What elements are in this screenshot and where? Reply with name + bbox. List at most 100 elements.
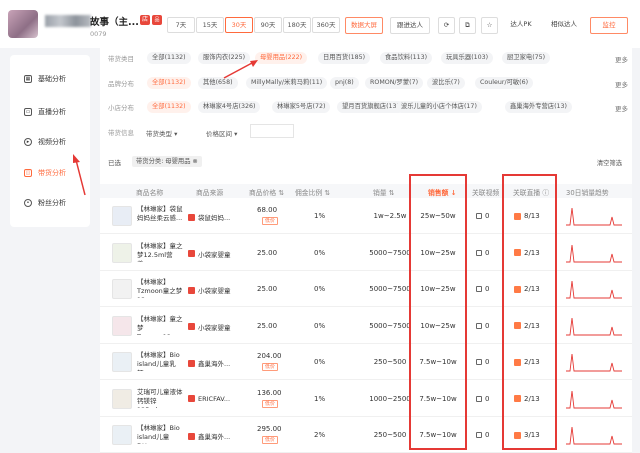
main-panel: 带货类目 全部(1132) 服饰内衣(225) 母婴用品(222) 日用百货(1… bbox=[100, 46, 632, 453]
similar-button[interactable]: 相似达人 bbox=[545, 17, 583, 34]
pk-button[interactable]: 达人PK bbox=[503, 17, 539, 34]
avatar bbox=[8, 10, 38, 38]
product-name[interactable]: 【林琳家】Bio island儿童DH... bbox=[137, 424, 183, 444]
related-videos[interactable]: 0 bbox=[476, 395, 489, 403]
chip-brand-romon[interactable]: ROMON/罗蒙(7) bbox=[365, 77, 424, 89]
sidebar-item-sales[interactable]: ◫ 带货分析 bbox=[24, 166, 66, 180]
follow-button[interactable]: 跟进达人 bbox=[390, 17, 430, 34]
live-icon: ▭ bbox=[24, 108, 32, 116]
sidebar-item-label: 带货分析 bbox=[38, 169, 66, 177]
sidebar-item-fans[interactable]: • 粉丝分析 bbox=[24, 196, 66, 210]
video-icon bbox=[476, 286, 482, 292]
copy-icon[interactable]: ⧉ bbox=[459, 17, 476, 34]
product-name[interactable]: 【林琳家】童之梦12.5ml营养... bbox=[137, 242, 183, 262]
more-shop[interactable]: 更多 bbox=[615, 103, 628, 113]
sidebar-item-label: 粉丝分析 bbox=[38, 199, 66, 207]
chip-category-toy[interactable]: 玩具乐器(103) bbox=[441, 52, 494, 64]
product-source[interactable]: 小袋家婴童 bbox=[188, 285, 231, 295]
product-thumbnail bbox=[112, 206, 132, 226]
chip-shop-all[interactable]: 全部(1132) bbox=[147, 101, 191, 113]
chip-shop-xinchao[interactable]: 鑫巢海外专营店(13) bbox=[505, 101, 573, 113]
col-trend: 30日销量趋势 bbox=[566, 189, 609, 197]
refresh-icon[interactable]: ⟳ bbox=[438, 17, 455, 34]
col-price[interactable]: 商品价格 ⇅ bbox=[249, 187, 284, 197]
selected-tag[interactable]: 带货分类: 母婴用品 ⊗ bbox=[132, 156, 202, 167]
related-videos[interactable]: 0 bbox=[476, 285, 489, 293]
big-screen-button[interactable]: 数据大屏 bbox=[345, 17, 383, 34]
shop-tag-icon: 店 bbox=[140, 15, 150, 25]
product-name[interactable]: 【林琳家】袋鼠妈妈丝柔云感... bbox=[137, 205, 183, 225]
play-icon: ▸ bbox=[24, 138, 32, 146]
sidebar-item-video[interactable]: ▸ 视频分析 bbox=[24, 135, 66, 149]
more-brand[interactable]: 更多 bbox=[615, 79, 628, 89]
price-dropdown[interactable]: 价格区间 ▾ bbox=[206, 128, 237, 138]
sidebar-item-live[interactable]: ▭ 直播分析 bbox=[24, 105, 66, 119]
sales-trend-sparkline bbox=[566, 353, 622, 372]
type-dropdown[interactable]: 带货类型 ▾ bbox=[146, 128, 177, 138]
chip-category-baby[interactable]: 母婴用品(222) bbox=[255, 52, 308, 64]
product-name[interactable]: 【林琳家】Bio island儿童乳钙... bbox=[137, 351, 183, 371]
sales-trend-sparkline bbox=[566, 244, 622, 262]
related-videos[interactable]: 0 bbox=[476, 322, 489, 330]
day-360[interactable]: 360天 bbox=[312, 17, 340, 33]
product-source[interactable]: ERICFAV... bbox=[188, 395, 230, 403]
product-source[interactable]: 小袋家婴童 bbox=[188, 322, 231, 332]
sales-trend-sparkline bbox=[566, 390, 622, 408]
chip-brand-couleur[interactable]: Couleur/可敏(6) bbox=[475, 77, 534, 89]
price-badge: 低价 bbox=[262, 363, 279, 371]
day-15[interactable]: 15天 bbox=[196, 17, 224, 33]
day-90[interactable]: 90天 bbox=[254, 17, 282, 33]
video-icon bbox=[476, 249, 482, 256]
more-category[interactable]: 更多 bbox=[615, 54, 628, 64]
sales-range: 1w~2.5w bbox=[373, 212, 407, 220]
shop-icon bbox=[188, 213, 195, 221]
sales-range: 5000~7500 bbox=[369, 248, 411, 257]
product-name[interactable]: 艾瑞可儿童液体钙镁锌125ml... bbox=[137, 388, 183, 408]
related-videos[interactable]: 0 bbox=[476, 358, 489, 366]
lives-highlight-box bbox=[502, 174, 557, 450]
day-180[interactable]: 180天 bbox=[283, 17, 311, 33]
chip-category-daily[interactable]: 日用百货(185) bbox=[318, 52, 371, 64]
chip-brand-bobile[interactable]: 波比乐(7) bbox=[427, 77, 465, 89]
chip-brand-all[interactable]: 全部(1132) bbox=[147, 77, 191, 89]
sales-range: 1000~2500 bbox=[369, 394, 411, 403]
sidebar-item-label: 视频分析 bbox=[38, 138, 66, 146]
col-commission[interactable]: 佣金比例 ⇅ bbox=[295, 187, 330, 197]
product-source[interactable]: 鑫巢海外... bbox=[188, 358, 230, 368]
product-price: 25.00 bbox=[257, 248, 278, 257]
clear-filter-button[interactable]: 清空筛选 bbox=[597, 158, 622, 167]
sales-trend-sparkline bbox=[566, 207, 622, 226]
price-range-input[interactable] bbox=[250, 124, 294, 138]
day-7[interactable]: 7天 bbox=[167, 17, 195, 33]
product-source[interactable]: 小袋家婴童 bbox=[188, 249, 231, 259]
product-name[interactable]: 【林琳家】Tzmoon童之梦12... bbox=[137, 278, 183, 298]
monitor-button[interactable]: 监控 bbox=[590, 17, 628, 34]
related-videos[interactable]: 0 bbox=[476, 249, 489, 257]
chip-category-appliance[interactable]: 厨卫家电(75) bbox=[502, 52, 551, 64]
product-source[interactable]: 袋鼠妈妈... bbox=[188, 212, 230, 222]
chip-category-food[interactable]: 食品饮料(113) bbox=[380, 52, 433, 64]
col-source: 商品来源 bbox=[196, 189, 224, 197]
commission: 0% bbox=[314, 248, 326, 257]
commission: 0% bbox=[314, 321, 326, 330]
chip-category-all[interactable]: 全部(1132) bbox=[147, 52, 191, 64]
col-sales[interactable]: 销量 ⇅ bbox=[373, 187, 394, 197]
related-videos[interactable]: 0 bbox=[476, 431, 489, 439]
page-title: 故事（主... bbox=[90, 17, 139, 28]
sales-range: 250~500 bbox=[373, 431, 407, 439]
related-videos[interactable]: 0 bbox=[476, 212, 489, 220]
sales-range: 5000~7500 bbox=[369, 321, 411, 330]
sidebar-item-basic[interactable]: ▦ 基础分析 bbox=[24, 72, 66, 86]
day-30[interactable]: 30天 bbox=[225, 17, 253, 33]
chip-shop-bole[interactable]: 波乐儿童的小店个体店(17) bbox=[396, 101, 482, 113]
chip-shop-4[interactable]: 林琳家4号店(326) bbox=[198, 101, 261, 113]
chip-shop-5[interactable]: 林琳家5号店(72) bbox=[272, 101, 331, 113]
product-thumbnail bbox=[112, 352, 132, 372]
chip-shop-wangyue[interactable]: 望月百货旗舰店(13) bbox=[337, 101, 405, 113]
product-thumbnail bbox=[112, 425, 132, 445]
product-name[interactable]: 【林琳家】童之梦Tzmoon12... bbox=[137, 315, 183, 335]
top-bar: 故事（主... 店 品 0079 7天 15天 30天 90天 180天 360… bbox=[0, 0, 640, 48]
chip-brand-pnj[interactable]: pnj(8) bbox=[330, 77, 359, 89]
product-source[interactable]: 鑫巢海外... bbox=[188, 431, 230, 441]
star-icon[interactable]: ☆ bbox=[481, 17, 498, 34]
